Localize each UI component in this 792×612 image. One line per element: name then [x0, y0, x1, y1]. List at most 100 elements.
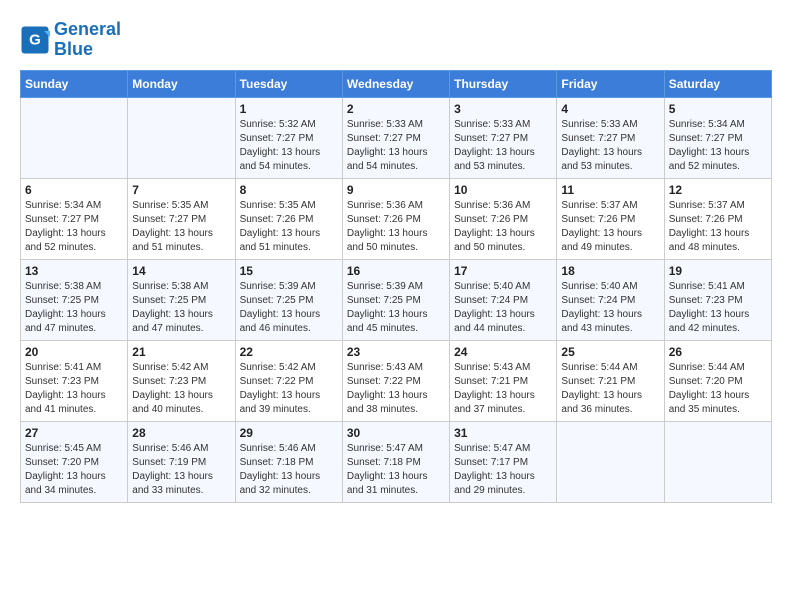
calendar-cell: 23Sunrise: 5:43 AMSunset: 7:22 PMDayligh… [342, 340, 449, 421]
calendar-body: 1 Sunrise: 5:32 AMSunset: 7:27 PMDaylight… [21, 97, 772, 502]
calendar-cell: 6Sunrise: 5:34 AMSunset: 7:27 PMDaylight… [21, 178, 128, 259]
calendar-table: SundayMondayTuesdayWednesdayThursdayFrid… [20, 70, 772, 503]
calendar-cell: 5 Sunrise: 5:34 AMSunset: 7:27 PMDaylight… [664, 97, 771, 178]
day-info: Sunrise: 5:47 AMSunset: 7:18 PMDaylight:… [347, 442, 445, 498]
calendar-cell: 9Sunrise: 5:36 AMSunset: 7:26 PMDaylight… [342, 178, 449, 259]
day-number: 22 [240, 345, 338, 359]
calendar-week-4: 20 Sunrise: 5:41 AMSunset: 7:23 PMDayligh… [21, 340, 772, 421]
day-info: Sunrise: 5:38 AMSunset: 7:25 PMDaylight:… [25, 280, 123, 336]
calendar-cell: 10Sunrise: 5:36 AMSunset: 7:26 PMDayligh… [450, 178, 557, 259]
calendar-cell: 20 Sunrise: 5:41 AMSunset: 7:23 PMDayligh… [21, 340, 128, 421]
calendar-cell: 25Sunrise: 5:44 AMSunset: 7:21 PMDayligh… [557, 340, 664, 421]
day-info: Sunrise: 5:41 AMSunset: 7:23 PMDaylight:… [25, 361, 123, 417]
day-number: 17 [454, 264, 552, 278]
day-info: Sunrise: 5:46 AMSunset: 7:18 PMDaylight:… [240, 442, 338, 498]
day-number: 5 [669, 102, 767, 116]
day-info: Sunrise: 5:39 AMSunset: 7:25 PMDaylight:… [347, 280, 445, 336]
logo-text: General Blue [54, 20, 121, 60]
day-header-friday: Friday [557, 70, 664, 97]
calendar-cell: 2Sunrise: 5:33 AMSunset: 7:27 PMDaylight… [342, 97, 449, 178]
day-number: 3 [454, 102, 552, 116]
calendar-week-2: 6Sunrise: 5:34 AMSunset: 7:27 PMDaylight… [21, 178, 772, 259]
calendar-cell: 18 Sunrise: 5:40 AMSunset: 7:24 PMDayligh… [557, 259, 664, 340]
calendar-cell: 15 Sunrise: 5:39 AMSunset: 7:25 PMDayligh… [235, 259, 342, 340]
day-info: Sunrise: 5:38 AMSunset: 7:25 PMDaylight:… [132, 280, 230, 336]
day-info: Sunrise: 5:37 AMSunset: 7:26 PMDaylight:… [561, 199, 659, 255]
day-number: 14 [132, 264, 230, 278]
day-header-wednesday: Wednesday [342, 70, 449, 97]
logo-icon: G [20, 25, 50, 55]
day-number: 19 [669, 264, 767, 278]
day-info: Sunrise: 5:32 AMSunset: 7:27 PMDaylight:… [240, 118, 338, 174]
day-info: Sunrise: 5:46 AMSunset: 7:19 PMDaylight:… [132, 442, 230, 498]
svg-text:G: G [29, 31, 41, 48]
day-number: 27 [25, 426, 123, 440]
calendar-cell [128, 97, 235, 178]
day-info: Sunrise: 5:39 AMSunset: 7:25 PMDaylight:… [240, 280, 338, 336]
calendar-cell: 13 Sunrise: 5:38 AMSunset: 7:25 PMDayligh… [21, 259, 128, 340]
day-number: 25 [561, 345, 659, 359]
logo: G General Blue [20, 20, 121, 60]
day-header-saturday: Saturday [664, 70, 771, 97]
calendar-cell: 26 Sunrise: 5:44 AMSunset: 7:20 PMDayligh… [664, 340, 771, 421]
calendar-week-1: 1 Sunrise: 5:32 AMSunset: 7:27 PMDaylight… [21, 97, 772, 178]
calendar-cell: 27 Sunrise: 5:45 AMSunset: 7:20 PMDayligh… [21, 421, 128, 502]
calendar-week-3: 13 Sunrise: 5:38 AMSunset: 7:25 PMDayligh… [21, 259, 772, 340]
calendar-cell: 7 Sunrise: 5:35 AMSunset: 7:27 PMDaylight… [128, 178, 235, 259]
calendar-cell: 31 Sunrise: 5:47 AMSunset: 7:17 PMDayligh… [450, 421, 557, 502]
day-number: 18 [561, 264, 659, 278]
calendar-cell: 12Sunrise: 5:37 AMSunset: 7:26 PMDayligh… [664, 178, 771, 259]
day-info: Sunrise: 5:34 AMSunset: 7:27 PMDaylight:… [669, 118, 767, 174]
calendar-cell: 28 Sunrise: 5:46 AMSunset: 7:19 PMDayligh… [128, 421, 235, 502]
day-info: Sunrise: 5:40 AMSunset: 7:24 PMDaylight:… [561, 280, 659, 336]
day-number: 21 [132, 345, 230, 359]
calendar-cell: 14 Sunrise: 5:38 AMSunset: 7:25 PMDayligh… [128, 259, 235, 340]
calendar-cell: 16 Sunrise: 5:39 AMSunset: 7:25 PMDayligh… [342, 259, 449, 340]
day-number: 10 [454, 183, 552, 197]
calendar-cell: 4Sunrise: 5:33 AMSunset: 7:27 PMDaylight… [557, 97, 664, 178]
day-number: 28 [132, 426, 230, 440]
day-info: Sunrise: 5:47 AMSunset: 7:17 PMDaylight:… [454, 442, 552, 498]
day-number: 1 [240, 102, 338, 116]
calendar-cell: 22 Sunrise: 5:42 AMSunset: 7:22 PMDayligh… [235, 340, 342, 421]
calendar-cell: 24 Sunrise: 5:43 AMSunset: 7:21 PMDayligh… [450, 340, 557, 421]
day-number: 8 [240, 183, 338, 197]
day-header-tuesday: Tuesday [235, 70, 342, 97]
day-header-thursday: Thursday [450, 70, 557, 97]
day-number: 2 [347, 102, 445, 116]
day-number: 31 [454, 426, 552, 440]
day-info: Sunrise: 5:43 AMSunset: 7:21 PMDaylight:… [454, 361, 552, 417]
day-number: 26 [669, 345, 767, 359]
day-header-sunday: Sunday [21, 70, 128, 97]
calendar-cell: 1 Sunrise: 5:32 AMSunset: 7:27 PMDaylight… [235, 97, 342, 178]
day-number: 29 [240, 426, 338, 440]
day-number: 16 [347, 264, 445, 278]
page-header: G General Blue [20, 20, 772, 60]
calendar-cell: 30 Sunrise: 5:47 AMSunset: 7:18 PMDayligh… [342, 421, 449, 502]
day-info: Sunrise: 5:45 AMSunset: 7:20 PMDaylight:… [25, 442, 123, 498]
day-header-monday: Monday [128, 70, 235, 97]
day-info: Sunrise: 5:43 AMSunset: 7:22 PMDaylight:… [347, 361, 445, 417]
calendar-cell [664, 421, 771, 502]
calendar-cell: 11 Sunrise: 5:37 AMSunset: 7:26 PMDayligh… [557, 178, 664, 259]
calendar-cell: 21 Sunrise: 5:42 AMSunset: 7:23 PMDayligh… [128, 340, 235, 421]
calendar-cell: 8Sunrise: 5:35 AMSunset: 7:26 PMDaylight… [235, 178, 342, 259]
day-number: 13 [25, 264, 123, 278]
day-info: Sunrise: 5:35 AMSunset: 7:27 PMDaylight:… [132, 199, 230, 255]
calendar-cell: 17Sunrise: 5:40 AMSunset: 7:24 PMDayligh… [450, 259, 557, 340]
day-info: Sunrise: 5:36 AMSunset: 7:26 PMDaylight:… [347, 199, 445, 255]
day-number: 15 [240, 264, 338, 278]
day-number: 11 [561, 183, 659, 197]
calendar-cell [557, 421, 664, 502]
day-number: 6 [25, 183, 123, 197]
day-info: Sunrise: 5:42 AMSunset: 7:23 PMDaylight:… [132, 361, 230, 417]
day-info: Sunrise: 5:44 AMSunset: 7:20 PMDaylight:… [669, 361, 767, 417]
day-number: 30 [347, 426, 445, 440]
day-number: 7 [132, 183, 230, 197]
day-number: 24 [454, 345, 552, 359]
calendar-cell: 29 Sunrise: 5:46 AMSunset: 7:18 PMDayligh… [235, 421, 342, 502]
day-number: 20 [25, 345, 123, 359]
day-info: Sunrise: 5:42 AMSunset: 7:22 PMDaylight:… [240, 361, 338, 417]
day-info: Sunrise: 5:41 AMSunset: 7:23 PMDaylight:… [669, 280, 767, 336]
calendar-cell: 19 Sunrise: 5:41 AMSunset: 7:23 PMDayligh… [664, 259, 771, 340]
